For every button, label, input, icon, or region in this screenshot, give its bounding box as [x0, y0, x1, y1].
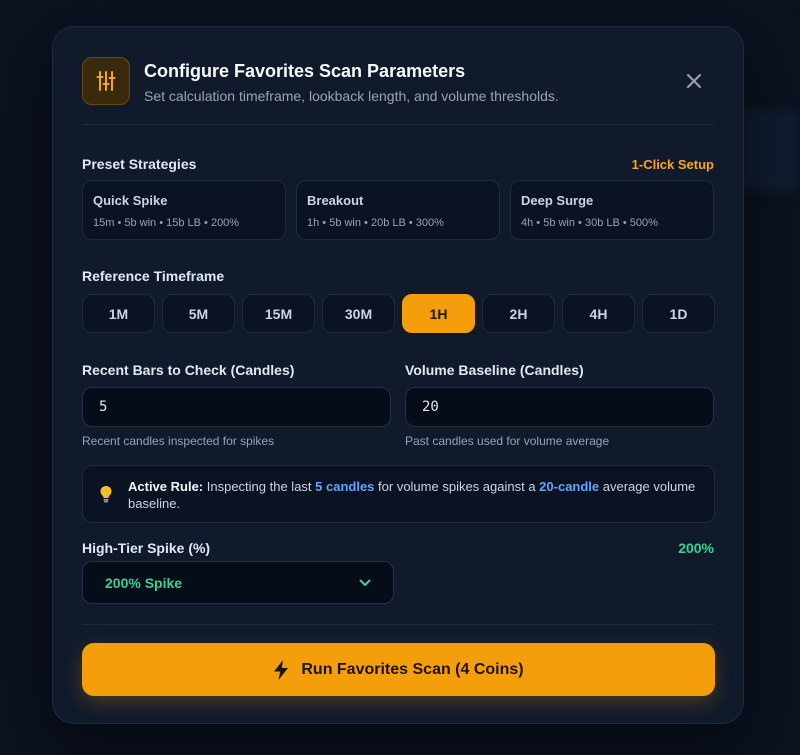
one-click-badge: 1-Click Setup — [631, 157, 714, 172]
preset-quick-spike[interactable]: Quick Spike 15m • 5b win • 15b LB • 200% — [82, 180, 286, 240]
timeframe-1d[interactable]: 1D — [642, 294, 715, 333]
run-favorites-scan-button[interactable]: Run Favorites Scan (4 Coins) — [82, 643, 715, 696]
spike-readout: 200% — [678, 540, 714, 556]
volume-baseline-input[interactable]: 20 — [405, 387, 714, 427]
timeframe-1m[interactable]: 1M — [82, 294, 155, 333]
sliders-icon — [82, 57, 130, 105]
recent-bars-label: Recent Bars to Check (Candles) — [82, 362, 295, 378]
lightning-bolt-icon — [274, 659, 289, 680]
volume-baseline-hint: Past candles used for volume average — [405, 434, 610, 448]
footer-divider — [82, 624, 714, 625]
modal-header: Configure Favorites Scan Parameters Set … — [82, 57, 714, 107]
volume-baseline-label: Volume Baseline (Candles) — [405, 362, 584, 378]
preset-name: Deep Surge — [521, 193, 594, 208]
modal-subtitle: Set calculation timeframe, lookback leng… — [144, 88, 559, 104]
spike-selected-value: 200% Spike — [105, 574, 183, 591]
preset-desc: 1h • 5b win • 20b LB • 300% — [307, 217, 444, 229]
preset-name: Breakout — [307, 193, 364, 208]
close-icon — [687, 74, 701, 88]
rule-text-2: for volume spikes against a — [374, 479, 540, 494]
preset-section-label: Preset Strategies — [82, 156, 197, 172]
preset-name: Quick Spike — [93, 193, 168, 208]
timeframe-4h[interactable]: 4H — [562, 294, 635, 333]
recent-bars-input[interactable]: 5 — [82, 387, 391, 427]
chevron-down-icon — [359, 579, 371, 586]
preset-breakout[interactable]: Breakout 1h • 5b win • 20b LB • 300% — [296, 180, 500, 240]
rule-highlight-candles: 5 candles — [315, 479, 375, 494]
timeframe-30m[interactable]: 30M — [322, 294, 395, 333]
timeframe-2h[interactable]: 2H — [482, 294, 555, 333]
timeframe-5m[interactable]: 5M — [162, 294, 235, 333]
preset-desc: 4h • 5b win • 30b LB • 500% — [521, 217, 658, 229]
timeframe-section-label: Reference Timeframe — [82, 268, 225, 284]
backdrop-glow — [740, 110, 800, 190]
timeframe-15m[interactable]: 15M — [242, 294, 315, 333]
rule-text-1: Inspecting the last — [203, 479, 316, 494]
rule-highlight-baseline: 20-candle — [539, 479, 600, 494]
run-button-label: Run Favorites Scan (4 Coins) — [301, 660, 524, 678]
active-rule-text: Active Rule: Inspecting the last 5 candl… — [128, 478, 696, 512]
timeframe-1h[interactable]: 1H — [402, 294, 475, 333]
recent-bars-hint: Recent candles inspected for spikes — [82, 434, 275, 448]
active-rule-box: Active Rule: Inspecting the last 5 candl… — [82, 465, 715, 523]
modal-title: Configure Favorites Scan Parameters — [144, 61, 466, 81]
header-divider — [82, 124, 714, 125]
spike-label: High-Tier Spike (%) — [82, 540, 211, 556]
rule-title: Active Rule: — [128, 479, 204, 494]
scan-config-modal: Configure Favorites Scan Parameters Set … — [52, 26, 744, 724]
lightbulb-icon — [100, 486, 112, 503]
preset-desc: 15m • 5b win • 15b LB • 200% — [93, 217, 240, 229]
spike-select[interactable]: 200% Spike — [82, 561, 394, 604]
preset-deep-surge[interactable]: Deep Surge 4h • 5b win • 30b LB • 500% — [510, 180, 714, 240]
close-button[interactable] — [680, 67, 708, 95]
